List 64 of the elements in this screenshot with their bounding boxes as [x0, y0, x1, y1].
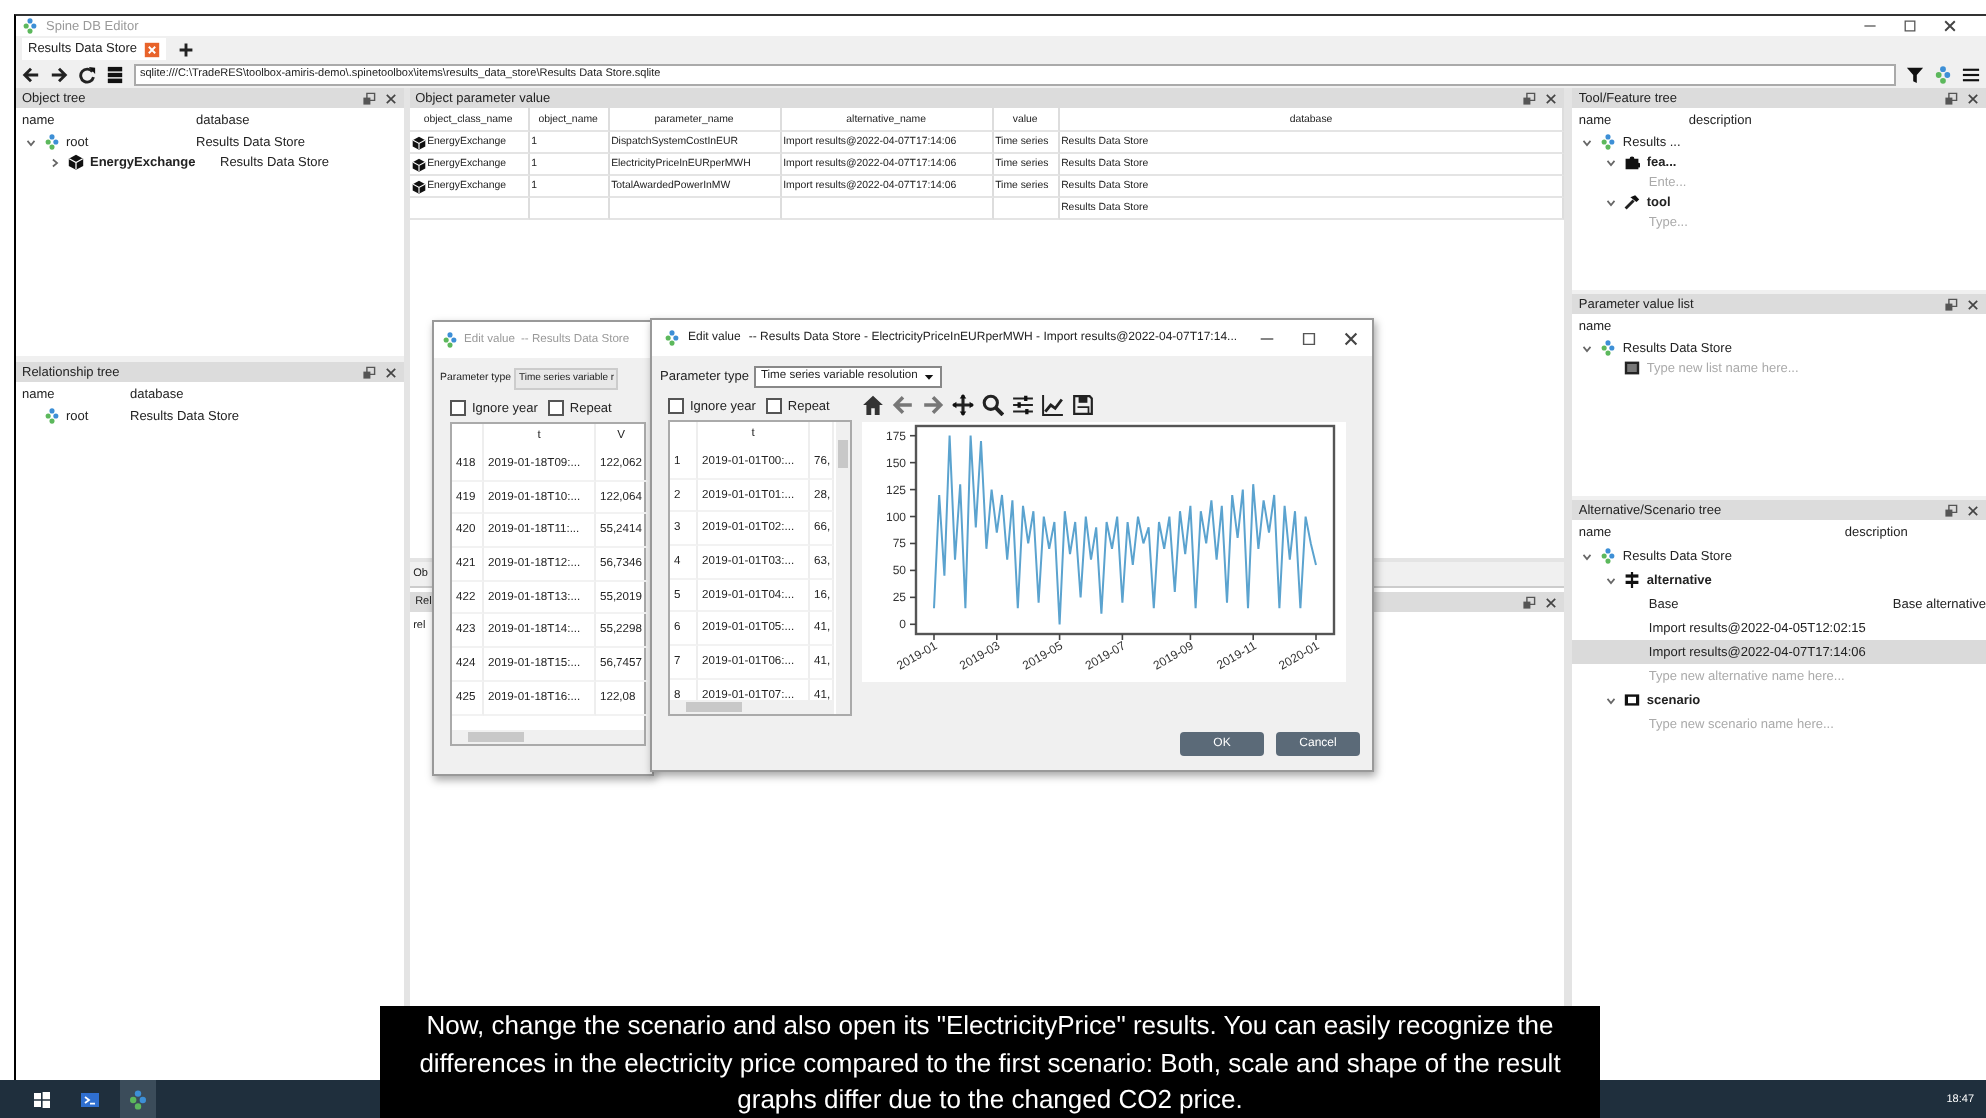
logo-icon	[1600, 340, 1617, 356]
terminal-icon	[80, 1089, 100, 1109]
checkbox[interactable]	[668, 398, 684, 414]
maximize-icon[interactable]	[1902, 18, 1918, 34]
close-icon[interactable]	[1966, 91, 1981, 105]
close-icon[interactable]	[383, 91, 398, 105]
plus-icon	[177, 41, 194, 57]
close-icon[interactable]	[383, 365, 398, 379]
line-chart-icon[interactable]	[1042, 393, 1064, 415]
float-icon[interactable]	[1944, 297, 1959, 311]
maximize-icon[interactable]	[1300, 329, 1318, 347]
forward-icon[interactable]	[50, 66, 68, 84]
logo-icon	[22, 18, 38, 34]
database-icon[interactable]	[106, 66, 124, 84]
chevron-icon[interactable]	[1579, 341, 1594, 355]
logo-icon	[44, 134, 60, 150]
magnifier-icon[interactable]	[982, 393, 1004, 415]
float-icon[interactable]	[1522, 91, 1537, 105]
chevron-icon[interactable]	[1579, 135, 1594, 149]
logo-icon	[664, 330, 680, 346]
float-icon[interactable]	[1944, 91, 1959, 105]
logo-icon	[128, 1089, 148, 1109]
back-icon[interactable]	[22, 66, 40, 84]
puzzle-icon	[1624, 154, 1641, 170]
float-icon[interactable]	[1944, 503, 1959, 517]
chevron-icon[interactable]	[1603, 693, 1618, 707]
logo-icon	[442, 332, 458, 348]
float-icon[interactable]	[1522, 595, 1537, 609]
filter-icon[interactable]	[1906, 66, 1924, 84]
cube-icon	[68, 154, 84, 170]
checkbox[interactable]	[765, 398, 782, 414]
hammer-icon	[1624, 194, 1641, 210]
logo-icon	[1600, 134, 1617, 150]
chevron-icon[interactable]	[23, 135, 37, 149]
float-icon[interactable]	[361, 91, 376, 105]
close-icon[interactable]	[1966, 503, 1981, 517]
menu-icon[interactable]	[1962, 66, 1980, 84]
scrollbar[interactable]	[836, 422, 850, 714]
caret-icon	[921, 369, 936, 383]
list-icon	[1624, 360, 1641, 376]
chevron-icon[interactable]	[1603, 573, 1618, 587]
logo-icon	[44, 408, 60, 424]
signpost-icon	[1624, 572, 1641, 588]
close-icon[interactable]	[1942, 18, 1958, 34]
chevron-icon[interactable]	[47, 155, 61, 169]
scrollbar[interactable]	[670, 700, 834, 714]
close-icon[interactable]	[1544, 91, 1559, 105]
chevron-icon[interactable]	[1603, 155, 1618, 169]
close-icon[interactable]	[1966, 297, 1981, 311]
logo-icon	[1600, 548, 1617, 564]
chevron-icon[interactable]	[1579, 549, 1594, 563]
sliders-icon[interactable]	[1012, 393, 1034, 415]
film-icon	[1624, 692, 1641, 708]
home-icon[interactable]	[862, 393, 884, 415]
save-icon[interactable]	[1072, 393, 1094, 415]
close-icon[interactable]	[1342, 329, 1360, 347]
move-icon[interactable]	[952, 393, 974, 415]
logo-icon[interactable]	[1934, 66, 1952, 84]
caption: Now, change the scenario and also open its "ElectricityPrice" results. You can easily recognize the differences in the electricity price compared to the first scenario: Both, scale and shape of the result graphs differ due to the changed CO2 price.	[380, 1006, 1600, 1118]
float-icon[interactable]	[361, 365, 376, 379]
windows-icon	[32, 1089, 52, 1109]
refresh-icon[interactable]	[78, 66, 96, 84]
chevron-icon[interactable]	[1603, 195, 1618, 209]
close-icon[interactable]	[1544, 595, 1559, 609]
